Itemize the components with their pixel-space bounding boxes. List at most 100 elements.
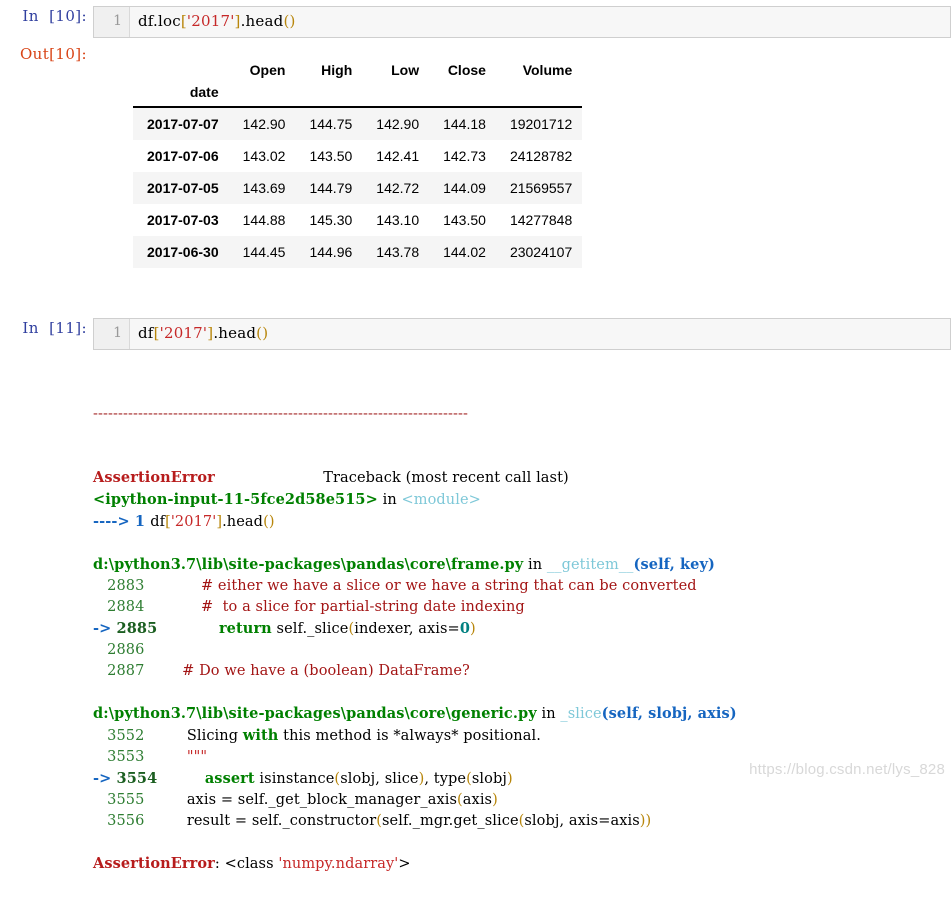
code-token: result = self._constructor bbox=[149, 813, 377, 829]
index-row-spacer bbox=[496, 82, 582, 107]
code-token: .head bbox=[213, 324, 257, 342]
table-cell: 144.75 bbox=[309, 116, 353, 132]
code-token: _slice bbox=[560, 706, 602, 722]
code-cell-in-11[interactable]: In [11]: 1 df['2017'].head() bbox=[0, 318, 951, 350]
dataframe-head: Open High Low Close Volume date bbox=[133, 54, 583, 107]
code-token: () bbox=[263, 514, 275, 530]
code-token: 'numpy.ndarray' bbox=[278, 856, 399, 872]
traceback-line-source-2886: 2886 bbox=[93, 640, 951, 661]
code-token: 3553 bbox=[93, 749, 150, 765]
code-token: -> bbox=[93, 770, 117, 787]
table-cell: 143.69 bbox=[242, 180, 286, 196]
column-header: Low bbox=[391, 62, 420, 78]
code-token: <module> bbox=[401, 492, 481, 508]
column-header: Close bbox=[447, 62, 486, 78]
output-cell-out-10: Out[10]: Open High Low Close Volume date 201… bbox=[0, 44, 951, 268]
prompt-in-11: In [11]: bbox=[22, 319, 87, 337]
traceback-line-frame-ipython-input: <ipython-input-11-5fce2d58e515> in <modu… bbox=[93, 489, 951, 511]
code-token: 2886 bbox=[93, 642, 150, 658]
index-name-cell: date bbox=[189, 84, 219, 100]
code-input-line[interactable]: df.loc['2017'].head() bbox=[130, 7, 950, 37]
code-token: > bbox=[398, 856, 411, 872]
code-token: df bbox=[150, 514, 166, 530]
corner-cell bbox=[133, 54, 229, 82]
code-token: Traceback (most recent call last) bbox=[323, 470, 569, 486]
table-cell: 144.88 bbox=[242, 212, 286, 228]
table-cell: 144.02 bbox=[443, 244, 486, 260]
traceback-lines: AssertionError Traceback (most recent ca… bbox=[93, 467, 951, 875]
table-cell: 144.18 bbox=[443, 116, 486, 132]
code-token: in bbox=[523, 557, 547, 573]
index-row-spacer bbox=[362, 82, 429, 107]
code-token: d:\python3.7\lib\site-packages\pandas\co… bbox=[93, 705, 537, 722]
dataframe-table: Open High Low Close Volume date 2017-07-07 14… bbox=[133, 54, 583, 268]
code-token: .head bbox=[240, 12, 284, 30]
row-index-cell: 2017-06-30 bbox=[147, 244, 219, 260]
index-row-spacer bbox=[295, 82, 362, 107]
table-cell: 14277848 bbox=[509, 212, 573, 228]
table-cell: 142.90 bbox=[376, 116, 420, 132]
code-token: AssertionError bbox=[93, 469, 215, 486]
table-cell: 144.96 bbox=[309, 244, 353, 260]
code-token: # Do we have a (boolean) DataFrame? bbox=[182, 663, 470, 679]
traceback-separator: ----------------------------------------… bbox=[93, 406, 468, 422]
code-token: df bbox=[138, 12, 154, 30]
code-input-line[interactable]: df['2017'].head() bbox=[130, 319, 950, 349]
table-row: 2017-07-06 143.02 143.50 142.41 142.73 241287… bbox=[133, 140, 583, 172]
code-token: '2017' bbox=[170, 514, 217, 530]
traceback-line-source-2884: 2884 # to a slice for partial-string dat… bbox=[93, 597, 951, 618]
column-header: Volume bbox=[522, 62, 573, 78]
table-cell: 21569557 bbox=[509, 180, 573, 196]
code-token: 2887 bbox=[93, 663, 150, 679]
table-cell: 24128782 bbox=[509, 148, 573, 164]
code-cell-in-10[interactable]: In [10]: 1 df.loc['2017'].head() bbox=[0, 6, 951, 38]
code-token: slobj, axis=axis bbox=[524, 813, 640, 829]
code-token: """ bbox=[186, 749, 208, 765]
code-token: .head bbox=[222, 514, 264, 530]
code-token: slobj bbox=[471, 771, 507, 787]
code-token: __getitem__ bbox=[546, 557, 634, 573]
code-token: 2884 bbox=[93, 599, 150, 615]
code-token: return bbox=[218, 620, 272, 637]
traceback-block: ----------------------------------------… bbox=[93, 356, 951, 917]
code-token: Slicing bbox=[149, 728, 243, 744]
error-output-cell: ----------------------------------------… bbox=[0, 356, 951, 917]
traceback-line-source-2885-current: -> 2885 return self._slice(indexer, axis… bbox=[93, 618, 951, 640]
traceback-line-blank bbox=[93, 682, 951, 703]
code-token: assert bbox=[204, 770, 255, 787]
dataframe-body: 2017-07-07 142.90 144.75 142.90 144.18 192017… bbox=[133, 107, 583, 268]
traceback-line-source-3556: 3556 result = self._constructor(self._mg… bbox=[93, 811, 951, 832]
code-token: AssertionError bbox=[93, 855, 215, 872]
prompt-in-10: In [10]: bbox=[22, 7, 87, 25]
code-token: ----> 1 bbox=[93, 513, 151, 530]
traceback-line-error-header: AssertionError Traceback (most recent ca… bbox=[93, 467, 951, 489]
table-cell: 145.30 bbox=[309, 212, 353, 228]
table-cell: 143.10 bbox=[376, 212, 420, 228]
code-editor-in-10[interactable]: 1 df.loc['2017'].head() bbox=[93, 6, 951, 38]
code-token: '2017' bbox=[159, 324, 208, 342]
code-token: in bbox=[536, 706, 561, 722]
traceback-line-frame-frame-py: d:\python3.7\lib\site-packages\pandas\co… bbox=[93, 554, 951, 576]
code-token: # either we have a slice or we have a st… bbox=[200, 578, 697, 594]
table-row: 2017-07-03 144.88 145.30 143.10 143.50 142778… bbox=[133, 204, 583, 236]
code-token: <ipython-input-11-5fce2d58e515> bbox=[93, 491, 378, 508]
code-token: loc bbox=[158, 12, 181, 30]
table-cell: 142.72 bbox=[376, 180, 420, 196]
code-token: 3555 bbox=[93, 792, 150, 808]
code-token: axis bbox=[462, 792, 493, 808]
traceback-line-frame-generic-py: d:\python3.7\lib\site-packages\pandas\co… bbox=[93, 703, 951, 725]
index-row-spacer bbox=[429, 82, 496, 107]
table-row: 2017-06-30 144.45 144.96 143.78 144.02 230241… bbox=[133, 236, 583, 268]
traceback-line-source-2883: 2883 # either we have a slice or we have… bbox=[93, 576, 951, 597]
code-token: d:\python3.7\lib\site-packages\pandas\co… bbox=[93, 556, 524, 573]
code-token: ) bbox=[470, 621, 476, 637]
traceback-line-error-footer: AssertionError: <class 'numpy.ndarray'> bbox=[93, 853, 951, 875]
code-editor-in-11[interactable]: 1 df['2017'].head() bbox=[93, 318, 951, 350]
